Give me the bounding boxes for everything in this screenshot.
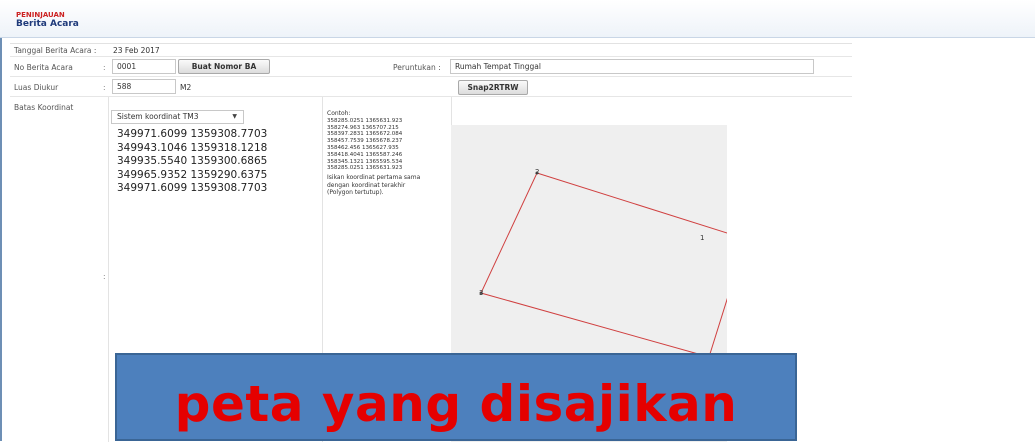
no-ba-label: No Berita Acara — [14, 63, 73, 72]
coordinate-system-select[interactable]: Sistem koordinat TM3 ▼ — [111, 110, 244, 124]
example-line: 358285.0251 1365631.923 — [327, 165, 403, 172]
coordinate-line: 349943.1046 1359318.1218 — [117, 141, 268, 154]
example-line: 358274.963 1365707.215 — [327, 124, 399, 131]
peruntukan-input[interactable]: Rumah Tempat Tinggal — [450, 59, 814, 74]
row-tanggal: Tanggal Berita Acara : 23 Feb 2017 — [10, 44, 852, 57]
example-line: 358397.2831 1365672.084 — [327, 131, 403, 138]
vertex-label: 2 — [535, 168, 539, 176]
colon: : — [103, 63, 106, 72]
peruntukan-label: Peruntukan : — [393, 63, 441, 72]
colon: : — [103, 272, 106, 281]
tanggal-label: Tanggal Berita Acara : — [14, 46, 97, 55]
page-header: PENINJAUAN Berita Acara — [0, 0, 1035, 38]
coordinate-line: 349971.6099 1359308.7703 — [117, 128, 268, 140]
vertex-label: 1 — [700, 234, 704, 242]
caption-text: peta yang disajikan — [174, 375, 738, 433]
note-line: dengan koordinat terakhir — [327, 181, 406, 189]
section-title: PENINJAUAN — [16, 11, 65, 19]
caption-banner: peta yang disajikan — [115, 353, 797, 441]
luas-input[interactable]: 588 — [112, 79, 176, 94]
vertex-label: 3 — [479, 289, 483, 297]
snap2rtrw-button[interactable]: Snap2RTRW — [458, 80, 528, 95]
coordinate-textarea[interactable]: 349971.6099 1359308.7703 349943.1046 135… — [117, 128, 322, 196]
note-line: Isikan koordinat pertama sama — [327, 174, 421, 182]
tanggal-value: 23 Feb 2017 — [113, 46, 160, 55]
coordinate-line: 349971.6099 1359308.7703 — [117, 182, 268, 194]
example-note: Isikan koordinat pertama sama dengan koo… — [327, 174, 452, 197]
example-line: 358418.4041 1365587.246 — [327, 151, 403, 158]
note-line: (Polygon tertutup). — [327, 189, 384, 197]
example-help-text: Contoh: 358285.0251 1365631.923 358274.9… — [327, 110, 452, 197]
luas-label: Luas Diukur — [14, 83, 59, 92]
luas-unit: M2 — [180, 83, 192, 92]
chevron-down-icon: ▼ — [232, 113, 237, 120]
land-parcel-polygon — [480, 172, 727, 358]
example-heading: Contoh: — [327, 110, 351, 117]
column-divider — [108, 97, 109, 442]
coordinate-line: 349935.5540 1359300.6865 — [117, 155, 268, 167]
example-line: 358462.456 1365627.935 — [327, 144, 399, 151]
page-title: Berita Acara — [16, 19, 79, 29]
row-no-ba: No Berita Acara : 0001 Buat Nomor BA Per… — [10, 57, 852, 77]
no-ba-input[interactable]: 0001 — [112, 59, 176, 74]
buat-nomor-ba-button[interactable]: Buat Nomor BA — [178, 59, 270, 74]
coordinate-system-value: Sistem koordinat TM3 — [117, 112, 199, 121]
example-line: 358345.1321 1365595.534 — [327, 158, 403, 165]
row-luas: Luas Diukur : 588 M2 Snap2RTRW — [10, 77, 852, 97]
coordinate-line: 349965.9352 1359290.6375 — [117, 168, 268, 181]
batas-koordinat-label: Batas Koordinat — [14, 103, 74, 112]
example-line: 358457.7539 1365678.237 — [327, 138, 403, 145]
example-line: 358285.0251 1365631.923 — [327, 117, 403, 124]
colon: : — [103, 83, 106, 92]
